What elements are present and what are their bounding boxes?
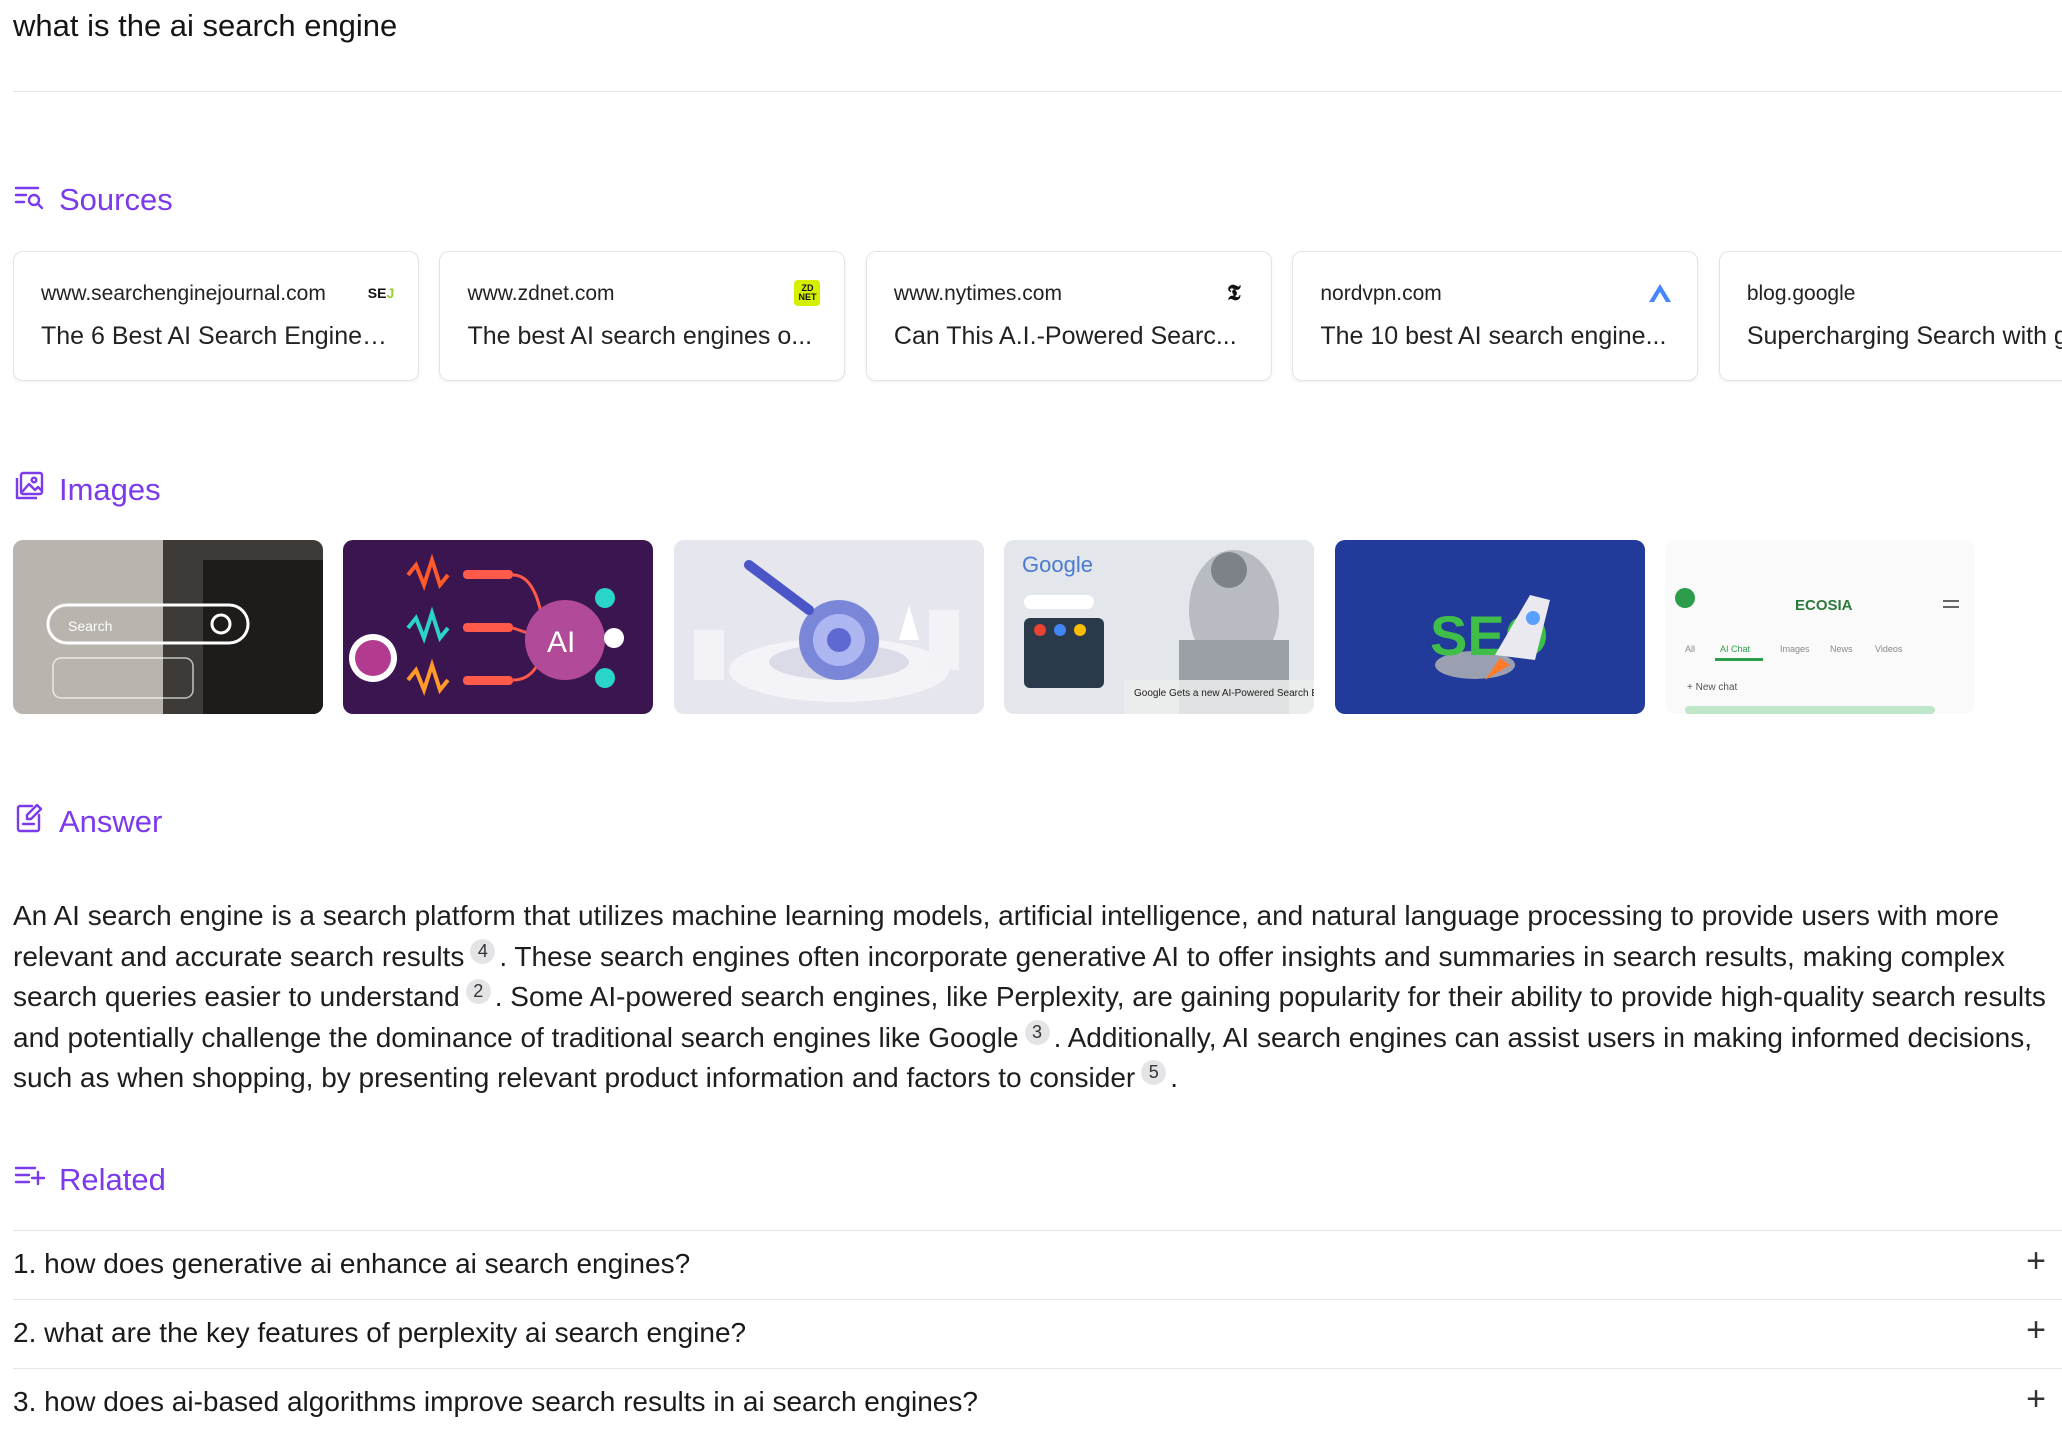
- answer-icon: [13, 802, 45, 842]
- source-title: The 10 best AI search engine...: [1320, 322, 1667, 350]
- source-card[interactable]: nordvpn.com The 10 best AI search engine…: [1292, 251, 1699, 381]
- source-title: Supercharging Search with g...: [1746, 322, 2062, 350]
- zdnet-icon: ZD NET: [794, 280, 821, 306]
- nordvpn-icon: [1647, 280, 1673, 306]
- images-label: Images: [59, 472, 161, 507]
- related-question-text: 2. what are the key features of perplexi…: [13, 1317, 747, 1348]
- source-title: Can This A.I.-Powered Searc...: [893, 322, 1237, 350]
- ecosia-tab: AI Chat: [1720, 644, 1751, 654]
- source-card[interactable]: www.searchenginejournal.com SE J The 6 Be…: [13, 251, 419, 381]
- nytimes-icon: 𝕿: [1227, 280, 1241, 306]
- image-thumbnail-magnifier[interactable]: [673, 540, 984, 714]
- sources-heading: Sources: [13, 180, 173, 220]
- related-icon: [13, 1160, 46, 1200]
- source-card[interactable]: blog.google Supercharging Search with g.…: [1718, 251, 2062, 381]
- sources-icon: [13, 180, 45, 220]
- images-heading: Images: [13, 470, 161, 510]
- citation-badge[interactable]: 5: [1141, 1060, 1167, 1085]
- images-icon: [13, 470, 45, 510]
- google-image-label: Google: [1022, 552, 1093, 577]
- answer-sentence: .: [1170, 1062, 1178, 1093]
- ai-image-label: AI: [547, 626, 575, 659]
- source-domain: www.zdnet.com: [467, 282, 615, 305]
- query-title: what is the ai search engine: [13, 8, 398, 43]
- ecosia-tab: All: [1685, 644, 1695, 654]
- related-heading: Related: [13, 1160, 166, 1200]
- ecosia-tab: News: [1830, 644, 1853, 654]
- plus-icon[interactable]: +: [2026, 1382, 2046, 1416]
- sources-row: www.searchenginejournal.com SE J The 6 Be…: [13, 251, 2062, 383]
- svg-text:Search: Search: [68, 618, 112, 634]
- related-question[interactable]: 3. how does ai-based algorithms improve …: [13, 1368, 2062, 1437]
- images-row: Search AI Google Google Gets a new AI-Po…: [13, 540, 2062, 716]
- source-title: The best AI search engines o...: [467, 322, 813, 350]
- plus-icon[interactable]: +: [2026, 1244, 2046, 1278]
- ecosia-new-chat: + New chat: [1687, 682, 1738, 693]
- image-thumbnail-google-robot[interactable]: Google Google Gets a new AI-Powered Sear…: [1004, 540, 1315, 714]
- citation-badge[interactable]: 3: [1024, 1019, 1050, 1045]
- related-question[interactable]: 2. what are the key features of perplexi…: [13, 1299, 2062, 1368]
- image-thumbnail-search-bar[interactable]: Search: [13, 540, 323, 714]
- sources-label: Sources: [59, 182, 173, 217]
- query-divider: [13, 91, 2062, 92]
- search-results-page: what is the ai search engine Sources www…: [0, 0, 2062, 1424]
- answer-heading: Answer: [13, 802, 162, 842]
- source-title: The 6 Best AI Search Engines...: [41, 322, 391, 350]
- related-question-text: 3. how does ai-based algorithms improve …: [13, 1386, 978, 1417]
- source-domain: www.nytimes.com: [893, 282, 1062, 305]
- citation-badge[interactable]: 4: [470, 938, 496, 964]
- related-list: 1. how does generative ai enhance ai sea…: [13, 1230, 2062, 1437]
- related-question-text: 1. how does generative ai enhance ai sea…: [13, 1248, 691, 1279]
- plus-icon[interactable]: +: [2026, 1313, 2046, 1347]
- image-thumbnail-ai-mindmap[interactable]: AI: [343, 540, 654, 714]
- google-image-caption: Google Gets a new AI-Powered Search Engi…: [1134, 688, 1314, 699]
- source-card[interactable]: www.zdnet.com ZD NET The best AI search e…: [439, 251, 846, 381]
- image-thumbnail-seo-rocket[interactable]: SEO: [1334, 540, 1645, 714]
- ecosia-tab: Images: [1780, 644, 1810, 654]
- source-domain: nordvpn.com: [1320, 282, 1442, 305]
- image-thumbnail-ecosia-app[interactable]: ECOSIA All AI Chat Images News Videos + …: [1665, 540, 1976, 714]
- source-domain: www.searchenginejournal.com: [41, 282, 326, 305]
- related-question[interactable]: 1. how does generative ai enhance ai sea…: [13, 1230, 2062, 1299]
- citation-badge[interactable]: 2: [465, 979, 491, 1004]
- related-label: Related: [59, 1162, 166, 1197]
- source-card[interactable]: www.nytimes.com 𝕿 Can This A.I.-Powered …: [865, 251, 1272, 381]
- ecosia-image-label: ECOSIA: [1795, 597, 1853, 614]
- answer-label: Answer: [59, 804, 163, 839]
- answer-text: An AI search engine is a search platform…: [13, 896, 2062, 1099]
- sej-icon: SE J: [367, 285, 395, 301]
- source-domain: blog.google: [1746, 282, 1856, 305]
- ecosia-tab: Videos: [1875, 644, 1903, 654]
